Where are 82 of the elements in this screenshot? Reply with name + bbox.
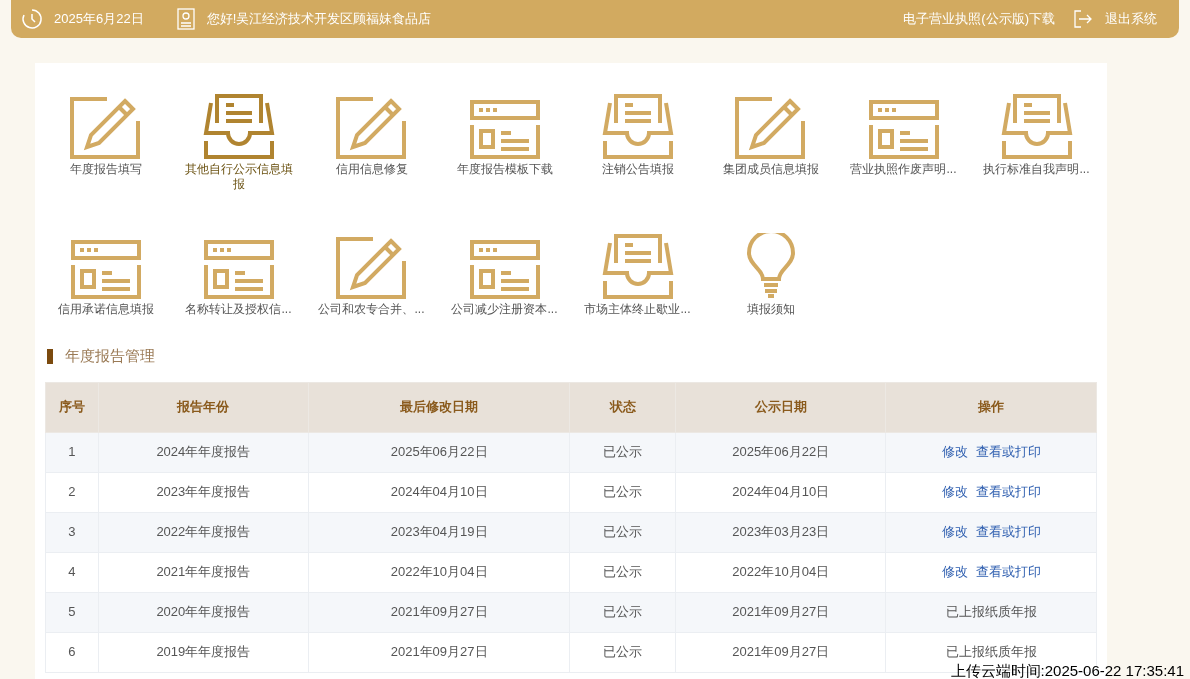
status-text: 已上报纸质年报 bbox=[945, 603, 1037, 622]
table-cell: 2022年10月04日 bbox=[675, 552, 886, 592]
browser-window-icon[interactable] bbox=[69, 239, 142, 299]
table-cell: 2019年年度报告 bbox=[98, 632, 309, 672]
browser-window-icon[interactable] bbox=[468, 239, 541, 299]
action-link[interactable]: 查看或打印 bbox=[975, 482, 1041, 502]
shortcut-link[interactable]: 公司减少注册资本... bbox=[445, 302, 564, 317]
table-cell: 已公示 bbox=[570, 472, 676, 512]
action-link[interactable]: 修改 bbox=[941, 522, 968, 542]
column-header: 最后修改日期 bbox=[308, 382, 570, 432]
table-cell: 2024年年度报告 bbox=[98, 432, 309, 472]
table-cell: 2021年09月27日 bbox=[675, 592, 886, 632]
table-cell: 4 bbox=[45, 552, 99, 592]
status-text: 已上报纸质年报 bbox=[945, 643, 1037, 662]
shortcut-link[interactable]: 信用信息修复 bbox=[312, 162, 431, 177]
shortcut-link[interactable]: 填报须知 bbox=[711, 302, 830, 317]
action-link[interactable]: 查看或打印 bbox=[975, 442, 1041, 462]
action-link[interactable]: 修改 bbox=[941, 562, 968, 582]
column-header: 公示日期 bbox=[675, 382, 886, 432]
column-header: 操作 bbox=[885, 382, 1097, 432]
clock-icon bbox=[21, 8, 43, 30]
shortcut-link[interactable]: 年度报告填写 bbox=[46, 162, 165, 177]
table-cell: 2020年年度报告 bbox=[98, 592, 309, 632]
table-cell: 2024年04月10日 bbox=[308, 472, 570, 512]
inbox-tray-icon[interactable] bbox=[201, 93, 276, 159]
shortcut-link[interactable]: 执行标准自我声明... bbox=[977, 162, 1096, 177]
shortcut-link[interactable]: 年度报告模板下载 bbox=[445, 162, 564, 177]
column-header: 序号 bbox=[45, 382, 99, 432]
shortcut-link[interactable]: 其他自行公示信息填报 bbox=[179, 162, 298, 192]
table-cell: 2021年09月27日 bbox=[308, 632, 570, 672]
browser-window-icon[interactable] bbox=[202, 239, 275, 299]
shortcut-link[interactable]: 市场主体终止歇业... bbox=[578, 302, 697, 317]
table-cell: 2 bbox=[45, 472, 99, 512]
inbox-tray-icon[interactable] bbox=[600, 233, 675, 299]
table-cell: 2023年04月19日 bbox=[308, 512, 570, 552]
table-cell: 已公示 bbox=[570, 592, 676, 632]
pencil-icon[interactable] bbox=[68, 95, 143, 159]
shortcut-link[interactable]: 公司和农专合并、... bbox=[312, 302, 431, 317]
section-marker bbox=[47, 348, 53, 364]
table-cell: 2021年年度报告 bbox=[98, 552, 309, 592]
table-cell: 已公示 bbox=[570, 432, 676, 472]
table-cell: 2021年09月27日 bbox=[308, 592, 570, 632]
table-cell: 2024年04月10日 bbox=[675, 472, 886, 512]
user-icon bbox=[176, 8, 195, 30]
table-cell: 3 bbox=[45, 512, 99, 552]
upload-timestamp: 上传云端时间:2025-06-22 17:35:41 bbox=[950, 663, 1184, 679]
shortcut-link[interactable]: 名称转让及授权信... bbox=[179, 302, 298, 317]
light-bulb-icon[interactable] bbox=[745, 233, 796, 299]
table-cell: 已公示 bbox=[570, 632, 676, 672]
action-link[interactable]: 查看或打印 bbox=[975, 562, 1041, 582]
table-cell: 2025年06月22日 bbox=[308, 432, 570, 472]
action-link[interactable]: 修改 bbox=[941, 482, 968, 502]
table-cell: 2021年09月27日 bbox=[675, 632, 886, 672]
pencil-icon[interactable] bbox=[733, 95, 808, 159]
table-cell: 已公示 bbox=[570, 512, 676, 552]
shortcut-link[interactable]: 集团成员信息填报 bbox=[711, 162, 830, 177]
shortcut-link[interactable]: 营业执照作废声明... bbox=[844, 162, 963, 177]
column-header: 报告年份 bbox=[98, 382, 309, 432]
logout-icon bbox=[1073, 9, 1093, 29]
table-cell: 2025年06月22日 bbox=[675, 432, 886, 472]
shortcut-link[interactable]: 注销公告填报 bbox=[578, 162, 697, 177]
inbox-tray-icon[interactable] bbox=[600, 93, 675, 159]
column-header: 状态 bbox=[570, 382, 676, 432]
browser-window-icon[interactable] bbox=[468, 99, 541, 159]
table-cell: 1 bbox=[45, 432, 99, 472]
inbox-tray-icon[interactable] bbox=[999, 93, 1074, 159]
table-cell: 5 bbox=[45, 592, 99, 632]
browser-window-icon[interactable] bbox=[867, 99, 940, 159]
table-cell: 2022年年度报告 bbox=[98, 512, 309, 552]
table-cell: 2022年10月04日 bbox=[308, 552, 570, 592]
greeting-text: 您好!吴江经济技术开发区顾福妹食品店 bbox=[206, 10, 432, 29]
table-cell: 已公示 bbox=[570, 552, 676, 592]
section-title: 年度报告管理 bbox=[65, 346, 155, 366]
shortcut-link[interactable]: 信用承诺信息填报 bbox=[46, 302, 165, 317]
pencil-icon[interactable] bbox=[334, 95, 409, 159]
pencil-icon[interactable] bbox=[334, 235, 409, 299]
table-cell: 6 bbox=[45, 632, 99, 672]
table-cell: 2023年年度报告 bbox=[98, 472, 309, 512]
action-link[interactable]: 查看或打印 bbox=[975, 522, 1041, 542]
action-link[interactable]: 修改 bbox=[941, 442, 968, 462]
date-text: 2025年6月22日 bbox=[54, 10, 144, 29]
table-cell: 2023年03月23日 bbox=[675, 512, 886, 552]
